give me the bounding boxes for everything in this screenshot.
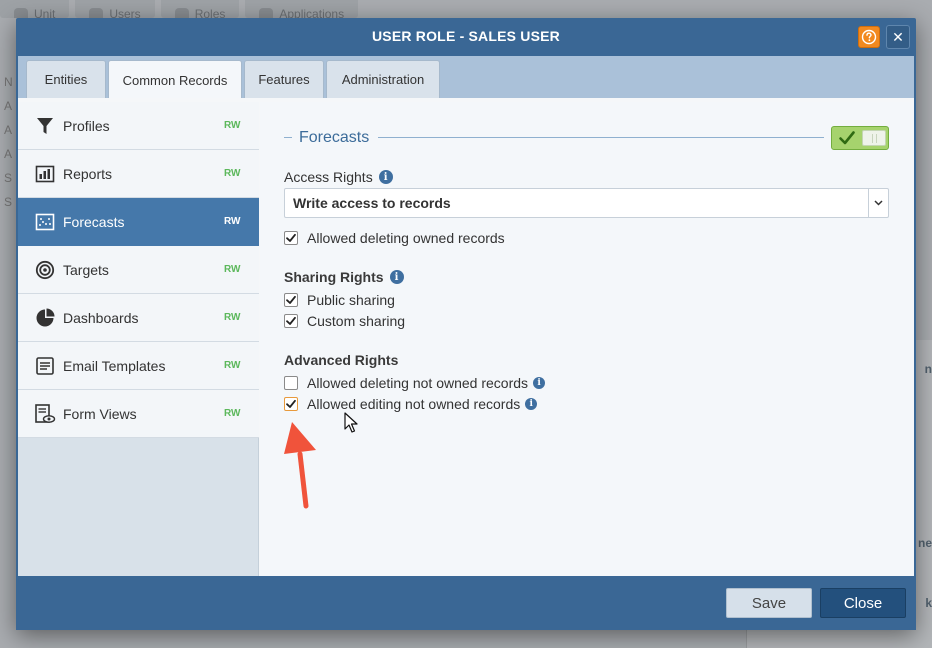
- tab-features[interactable]: Features: [244, 60, 324, 98]
- background-tab-unit: Unit: [0, 0, 70, 20]
- checkbox-label: Custom sharing: [307, 313, 406, 329]
- tab-entities[interactable]: Entities: [26, 60, 106, 98]
- funnel-icon: [34, 115, 56, 137]
- checkmark-icon: [286, 399, 296, 408]
- checkbox-label: Allowed deleting owned records: [307, 230, 505, 246]
- rw-badge: RW: [224, 312, 241, 323]
- mouse-cursor-icon: [344, 412, 358, 433]
- sidebar-item-label: Form Views: [63, 405, 137, 422]
- section-title: Forecasts: [299, 129, 370, 146]
- rw-badge: RW: [224, 168, 241, 179]
- sidebar-item-forecasts[interactable]: Forecasts RW: [18, 198, 259, 246]
- sidebar-item-label: Forecasts: [63, 213, 125, 230]
- checkmark-icon: [286, 233, 296, 242]
- checkmark-icon: [286, 295, 296, 304]
- sidebar-item-reports[interactable]: Reports RW: [18, 150, 259, 198]
- pie-chart-icon: [34, 307, 56, 329]
- tab-administration[interactable]: Administration: [326, 60, 440, 98]
- sidebar-item-label: Email Templates: [63, 357, 166, 374]
- dialog-title: USER ROLE - SALES USER: [372, 28, 560, 44]
- toggle-knob[interactable]: [862, 130, 886, 146]
- sidebar-item-label: Targets: [63, 261, 109, 278]
- allowed-editing-not-owned-row[interactable]: Allowed editing not owned records i: [284, 396, 538, 412]
- dialog-footer: Save Close: [16, 576, 916, 630]
- chevron-down-icon[interactable]: [868, 189, 888, 217]
- allowed-deleting-owned-checkbox[interactable]: [284, 231, 298, 245]
- background-tab-applications: Applications: [245, 0, 359, 20]
- sidebar-item-dashboards[interactable]: Dashboards RW: [18, 294, 259, 342]
- info-icon[interactable]: i: [378, 170, 393, 184]
- advanced-rights-label: Advanced Rights: [284, 352, 399, 368]
- background-fragment: n: [924, 362, 932, 376]
- rw-badge: RW: [224, 216, 241, 227]
- sidebar-item-profiles[interactable]: Profiles RW: [18, 102, 259, 150]
- sidebar-item-targets[interactable]: Targets RW: [18, 246, 259, 294]
- allowed-deleting-not-owned-row[interactable]: Allowed deleting not owned records i: [284, 375, 546, 391]
- sidebar-item-email-templates[interactable]: Email Templates RW: [18, 342, 259, 390]
- dialog-titlebar: USER ROLE - SALES USER ✕: [16, 18, 916, 54]
- checkbox-label: Allowed deleting not owned records: [307, 375, 529, 391]
- sidebar-item-label: Profiles: [63, 117, 110, 134]
- forecasts-enabled-toggle[interactable]: [831, 126, 889, 150]
- checkbox-label: Public sharing: [307, 292, 395, 308]
- checkmark-icon: [839, 131, 855, 145]
- sidebar-item-label: Reports: [63, 165, 113, 182]
- sidebar-item-form-views[interactable]: Form Views RW: [18, 390, 259, 438]
- access-rights-select[interactable]: Write access to records: [284, 188, 889, 218]
- background-tab-roles: Roles: [160, 0, 240, 20]
- public-sharing-row[interactable]: Public sharing: [284, 292, 395, 308]
- info-icon[interactable]: i: [525, 398, 538, 410]
- custom-sharing-checkbox[interactable]: [284, 314, 298, 328]
- background-fragment: ne: [917, 536, 932, 550]
- user-role-dialog: USER ROLE - SALES USER ✕ Entities Common…: [16, 18, 916, 630]
- forecast-icon: [34, 211, 56, 233]
- close-button[interactable]: Close: [820, 588, 906, 618]
- document-icon: [34, 355, 56, 377]
- save-button[interactable]: Save: [726, 588, 812, 618]
- annotation-arrow-icon: [284, 422, 316, 509]
- background-tab-users: Users: [75, 0, 155, 20]
- tab-common-records[interactable]: Common Records: [108, 60, 242, 99]
- checkmark-icon: [286, 316, 296, 325]
- allowed-deleting-owned-row[interactable]: Allowed deleting owned records: [284, 230, 505, 246]
- background-tabs: Unit Users Roles Applications: [0, 0, 932, 20]
- section-divider: [378, 137, 824, 138]
- sidebar: Profiles RW Reports RW Forecasts RW Targ…: [18, 102, 259, 576]
- info-icon[interactable]: i: [389, 270, 404, 284]
- allowed-deleting-not-owned-checkbox[interactable]: [284, 376, 298, 390]
- tab-bar: Entities Common Records Features Adminis…: [18, 56, 914, 99]
- dialog-content: Profiles RW Reports RW Forecasts RW Targ…: [18, 98, 914, 576]
- form-view-icon: [34, 403, 56, 425]
- section-divider: [284, 137, 292, 138]
- close-icon: ✕: [892, 28, 904, 45]
- checkbox-label: Allowed editing not owned records: [307, 396, 521, 412]
- custom-sharing-row[interactable]: Custom sharing: [284, 313, 405, 329]
- access-rights-value: Write access to records: [293, 195, 451, 211]
- sidebar-item-label: Dashboards: [63, 309, 139, 326]
- public-sharing-checkbox[interactable]: [284, 293, 298, 307]
- rw-badge: RW: [224, 360, 241, 371]
- target-icon: [34, 259, 56, 281]
- allowed-editing-not-owned-checkbox[interactable]: [284, 397, 298, 411]
- question-mark-icon: [861, 29, 877, 45]
- help-button[interactable]: [858, 26, 880, 48]
- background-fragment: k: [925, 596, 932, 610]
- dialog-close-button[interactable]: ✕: [886, 25, 910, 49]
- rw-badge: RW: [224, 408, 241, 419]
- report-chart-icon: [34, 163, 56, 185]
- info-icon[interactable]: i: [533, 377, 546, 389]
- sharing-rights-label: Sharing Rights i: [284, 269, 404, 285]
- forecasts-permissions-panel: Forecasts Access Rights i Write access t…: [260, 102, 914, 576]
- access-rights-label: Access Rights i: [284, 169, 393, 185]
- rw-badge: RW: [224, 120, 241, 131]
- rw-badge: RW: [224, 264, 241, 275]
- background-list-letters: N A A A S S: [4, 75, 13, 209]
